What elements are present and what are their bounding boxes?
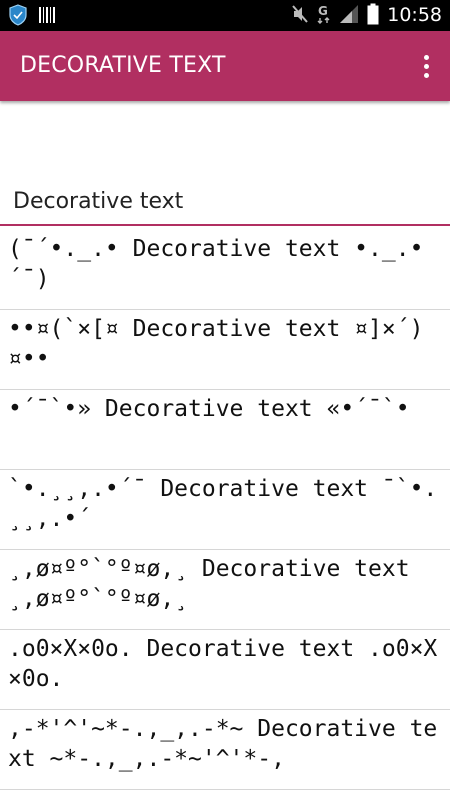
result-text: ,-*'^'~*-.,_,.-*~ Decorative text ~*-.,_… <box>8 716 438 772</box>
overflow-menu-button[interactable] <box>412 48 440 84</box>
overflow-menu-dot <box>423 72 429 78</box>
result-text: •´¯`•» Decorative text «•´¯`• <box>8 396 410 422</box>
status-right-icons: G 10:58 <box>291 3 442 28</box>
result-item[interactable]: .o0×X×0o. Decorative text .o0×X×0o. <box>0 630 450 710</box>
result-text: (¯´•._.• Decorative text •._.•´¯) <box>8 236 424 292</box>
result-item[interactable]: ¸,ø¤º°`°º¤ø,¸ Decorative text ¸,ø¤º°`°º¤… <box>0 550 450 630</box>
result-item[interactable]: •´¯`•» Decorative text «•´¯`• <box>0 390 450 470</box>
clock: 10:58 <box>387 4 442 26</box>
g-network-icon: G <box>317 3 331 29</box>
result-text: .o0×X×0o. Decorative text .o0×X×0o. <box>8 636 438 692</box>
result-text: ¸,ø¤º°`°º¤ø,¸ Decorative text ¸,ø¤º°`°º¤… <box>8 556 424 612</box>
result-text: `•.¸¸,.•´¯ Decorative text ¯`•.¸¸,.•´ <box>8 476 438 532</box>
svg-text:G: G <box>318 4 328 18</box>
result-item[interactable]: `•.¸¸,.•´¯ Decorative text ¯`•.¸¸,.•´ <box>0 470 450 550</box>
app-title: DECORATIVE TEXT <box>20 53 226 78</box>
overflow-menu-dot <box>423 54 429 60</box>
signal-icon <box>339 4 359 28</box>
mute-icon <box>291 4 309 28</box>
result-text: ••¤(`×[¤ Decorative text ¤]×´)¤•• <box>8 316 424 372</box>
overflow-menu-dot <box>423 63 429 69</box>
barcode-icon <box>38 5 56 29</box>
battery-icon <box>367 3 379 29</box>
result-item[interactable]: (¯´•._.• Decorative text •._.•´¯) <box>0 230 450 310</box>
result-item[interactable]: ,-*'^'~*-.,_,.-*~ Decorative text ~*-.,_… <box>0 710 450 790</box>
vpn-shield-icon <box>8 4 28 30</box>
input-container <box>0 178 450 230</box>
decorative-text-input[interactable] <box>0 178 450 226</box>
results-list: (¯´•._.• Decorative text •._.•´¯) ••¤(`×… <box>0 230 450 790</box>
result-item[interactable]: ••¤(`×[¤ Decorative text ¤]×´)¤•• <box>0 310 450 390</box>
status-left-icons <box>8 4 56 30</box>
status-bar: G 10:58 <box>0 0 450 31</box>
app-bar: DECORATIVE TEXT <box>0 31 450 101</box>
